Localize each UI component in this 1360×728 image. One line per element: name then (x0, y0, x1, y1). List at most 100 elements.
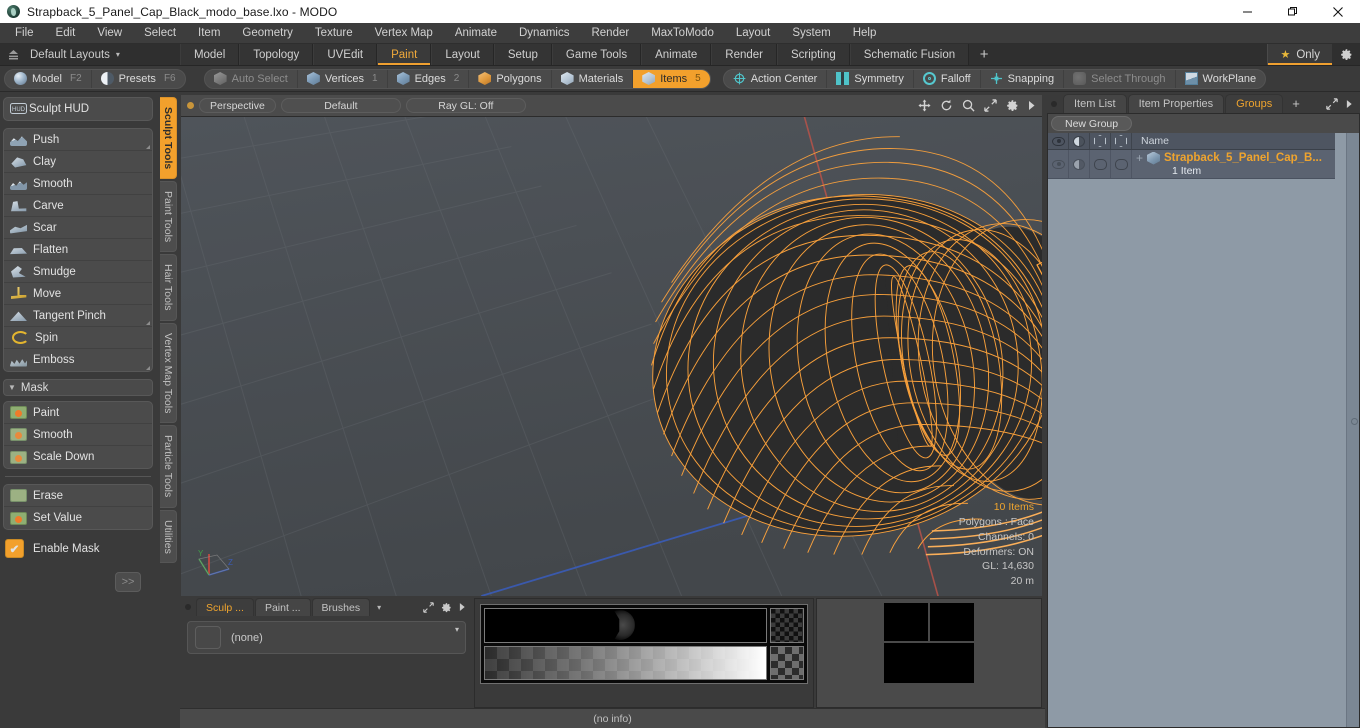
mode-presets-button[interactable]: Presets F6 (92, 70, 185, 88)
tab-paint[interactable]: Paint (377, 44, 432, 65)
new-group-button[interactable]: New Group (1051, 116, 1133, 131)
enable-mask-toggle[interactable]: ✔ Enable Mask (3, 537, 153, 558)
tool-smooth[interactable]: Smooth (4, 173, 152, 195)
gear-icon[interactable] (441, 602, 452, 613)
mask-tool-smooth[interactable]: Smooth (4, 424, 152, 446)
tool-tangent-pinch[interactable]: Tangent Pinch (4, 305, 152, 327)
row-visibility-toggle[interactable] (1048, 150, 1069, 178)
mask-section-header[interactable]: ▼ Mask (3, 379, 153, 396)
tab-paint-brush[interactable]: Paint ... (254, 598, 311, 616)
snapping-button[interactable]: Snapping (981, 69, 1065, 88)
tab-scripting[interactable]: Scripting (776, 44, 850, 65)
column-visibility[interactable] (1048, 133, 1069, 149)
rotate-icon[interactable] (940, 99, 953, 112)
tab-brushes[interactable]: Brushes (311, 598, 371, 616)
fit-icon[interactable] (984, 99, 997, 112)
gear-icon[interactable] (1006, 99, 1019, 112)
vtab-vertex-map-tools[interactable]: Vertex Map Tools (160, 322, 177, 424)
vtab-hair-tools[interactable]: Hair Tools (160, 254, 177, 321)
falloff-button[interactable]: Falloff (914, 69, 981, 88)
panel-dot-icon[interactable] (185, 604, 191, 610)
menu-item[interactable]: Item (187, 23, 231, 44)
menu-layout[interactable]: Layout (725, 23, 782, 44)
mask-tool-erase[interactable]: Erase (4, 485, 152, 507)
vtab-sculpt-tools[interactable]: Sculpt Tools (160, 97, 177, 180)
tab-uvedit[interactable]: UVEdit (313, 44, 378, 65)
mode-model-button[interactable]: Model F2 (5, 69, 92, 88)
materials-button[interactable]: Materials (552, 69, 634, 88)
tool-push[interactable]: Push (4, 129, 152, 151)
mask-tool-scale-down[interactable]: Scale Down (4, 446, 152, 468)
menu-help[interactable]: Help (842, 23, 888, 44)
vtab-particle-tools[interactable]: Particle Tools (160, 425, 177, 508)
polygons-button[interactable]: Polygons (469, 69, 552, 88)
items-button[interactable]: Items 5 (633, 69, 710, 88)
tab-setup[interactable]: Setup (493, 44, 552, 65)
tool-spin[interactable]: Spin (4, 327, 152, 349)
edges-button[interactable]: Edges 2 (388, 69, 470, 88)
alpha-checker-bottom[interactable] (770, 645, 804, 680)
chevron-down-icon[interactable]: ▾ (377, 603, 381, 612)
tab-layout[interactable]: Layout (431, 44, 494, 65)
menu-maxtomodo[interactable]: MaxToModo (640, 23, 725, 44)
menu-dynamics[interactable]: Dynamics (508, 23, 580, 44)
value-gradient-ramp[interactable] (484, 645, 767, 680)
viewport-3d[interactable]: Y Z 10 Items Polygons : Face Channels: 0… (181, 117, 1042, 596)
close-button[interactable] (1315, 0, 1360, 23)
tab-game-tools[interactable]: Game Tools (551, 44, 642, 65)
tab-sculpt-brush[interactable]: Sculp ... (196, 598, 254, 616)
menu-animate[interactable]: Animate (444, 23, 508, 44)
menu-select[interactable]: Select (133, 23, 187, 44)
more-options-button[interactable]: >> (115, 572, 141, 592)
zoom-icon[interactable] (962, 99, 975, 112)
brush-selector[interactable]: (none) ▾ (187, 621, 466, 654)
vtab-utilities[interactable]: Utilities (160, 509, 177, 564)
texture-quad-preview[interactable] (884, 603, 974, 683)
gradient-editor[interactable] (480, 604, 808, 684)
row-shading-toggle[interactable] (1069, 150, 1090, 178)
menu-file[interactable]: File (4, 23, 45, 44)
viewport-raygl-dropdown[interactable]: Ray GL: Off (405, 98, 526, 113)
brush-falloff-preview[interactable] (484, 608, 767, 643)
row-wireframe-toggle[interactable] (1090, 150, 1111, 178)
tab-render[interactable]: Render (711, 44, 777, 65)
menu-vertex-map[interactable]: Vertex Map (364, 23, 444, 44)
maximize-button[interactable] (1270, 0, 1315, 23)
panel-dot-icon[interactable] (1051, 100, 1057, 107)
pan-icon[interactable] (918, 99, 931, 112)
viewport-style-dropdown[interactable]: Default (280, 98, 401, 113)
tab-animate[interactable]: Animate (641, 44, 712, 65)
vtab-paint-tools[interactable]: Paint Tools (160, 181, 177, 253)
only-toggle[interactable]: ★ Only (1267, 44, 1332, 65)
add-tab-button[interactable]: + (969, 44, 999, 65)
select-through-button[interactable]: Select Through (1064, 69, 1176, 88)
column-shading[interactable] (1069, 133, 1090, 149)
more-arrow-icon[interactable] (1346, 99, 1353, 109)
vertices-button[interactable]: Vertices 1 (298, 69, 388, 88)
right-edge-rail[interactable] (1346, 133, 1359, 727)
add-tab-button[interactable]: + (1284, 94, 1308, 113)
sculpt-hud-button[interactable]: HUD Sculpt HUD (4, 98, 152, 120)
chevron-down-icon[interactable]: ▾ (455, 625, 459, 634)
tool-carve[interactable]: Carve (4, 195, 152, 217)
alpha-checker-top[interactable] (770, 608, 804, 643)
tool-scar[interactable]: Scar (4, 217, 152, 239)
column-render[interactable] (1111, 133, 1132, 149)
tab-item-list[interactable]: Item List (1063, 94, 1127, 113)
mask-tool-set-value[interactable]: Set Value (4, 507, 152, 529)
menu-view[interactable]: View (86, 23, 133, 44)
row-render-toggle[interactable] (1111, 150, 1132, 178)
menu-render[interactable]: Render (580, 23, 640, 44)
menu-edit[interactable]: Edit (45, 23, 87, 44)
tab-groups[interactable]: Groups (1225, 94, 1284, 113)
expand-icon[interactable] (1326, 97, 1338, 110)
tool-move[interactable]: Move (4, 283, 152, 305)
column-wireframe[interactable] (1090, 133, 1111, 149)
workplane-button[interactable]: WorkPlane (1176, 70, 1266, 88)
menu-geometry[interactable]: Geometry (231, 23, 304, 44)
tool-clay[interactable]: Clay (4, 151, 152, 173)
tab-item-properties[interactable]: Item Properties (1127, 94, 1225, 113)
groups-list-scrollbar[interactable] (1335, 133, 1346, 727)
expand-icon[interactable]: + (1136, 152, 1143, 164)
action-center-button[interactable]: Action Center (724, 69, 828, 88)
